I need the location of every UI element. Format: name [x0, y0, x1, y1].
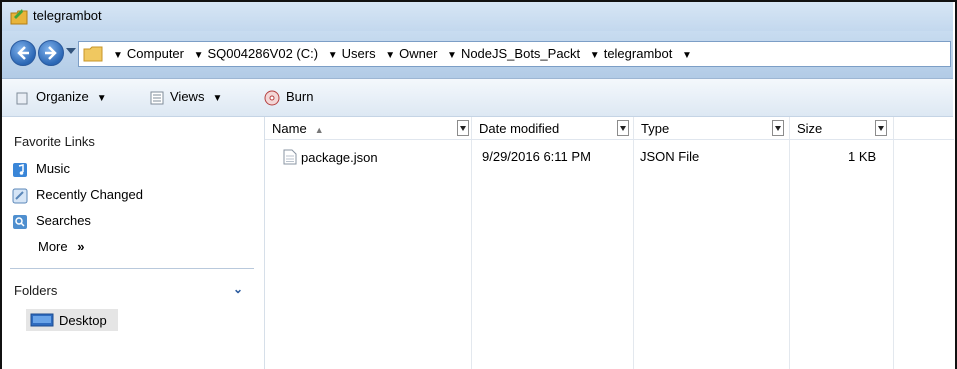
folders-heading[interactable]: Folders: [14, 283, 57, 298]
sidebar-item-recently-changed[interactable]: Recently Changed: [12, 187, 143, 207]
date-filter-dropdown[interactable]: [617, 120, 629, 136]
burn-button[interactable]: Burn: [264, 89, 313, 106]
command-toolbar: Organize ▼ Views ▼ Burn: [2, 79, 953, 117]
burn-disc-icon: [264, 90, 280, 106]
pane-divider: [10, 268, 254, 269]
sort-ascending-icon: ▲: [314, 125, 324, 135]
desktop-icon: [30, 313, 54, 327]
organize-dropdown-icon: ▼: [96, 93, 107, 104]
back-arrow-icon: [17, 46, 29, 60]
crumb-end-dropdown[interactable]: ▼: [682, 46, 696, 61]
sidebar-item-music[interactable]: Music: [12, 161, 70, 181]
crumb-drive[interactable]: ▼ SQ004286V02 (C:): [194, 46, 318, 61]
sidebar-item-searches[interactable]: Searches: [12, 213, 91, 233]
crumb-owner[interactable]: ▼ Owner: [385, 46, 437, 61]
organize-button[interactable]: Organize ▼: [16, 89, 107, 105]
column-header-date-modified[interactable]: Date modified: [472, 117, 633, 139]
file-name-cell[interactable]: package.json: [283, 149, 378, 165]
name-filter-dropdown[interactable]: [457, 120, 469, 136]
favorite-links-heading: Favorite Links: [14, 134, 95, 149]
folders-expand-icon[interactable]: ⌄: [233, 282, 243, 296]
views-dropdown-icon: ▼: [212, 93, 223, 104]
crumb-telegrambot[interactable]: ▼ telegrambot: [590, 46, 673, 61]
column-header-type[interactable]: Type: [634, 117, 789, 139]
json-file-icon: [283, 149, 297, 165]
recent-icon: [12, 188, 28, 204]
file-row[interactable]: package.json 9/29/2016 6:11 PM JSON File…: [265, 147, 954, 167]
recent-pages-dropdown[interactable]: [66, 48, 76, 54]
music-icon: [13, 162, 27, 177]
crumb-nodejs-bots[interactable]: ▼ NodeJS_Bots_Packt: [447, 46, 580, 61]
file-type-cell: JSON File: [640, 149, 700, 164]
more-chevron-icon: »: [77, 239, 85, 254]
size-filter-dropdown[interactable]: [875, 120, 887, 136]
forward-arrow-icon: [45, 46, 57, 60]
title-bar: telegrambot: [2, 2, 953, 31]
views-icon: [150, 91, 164, 105]
crumb-computer[interactable]: ▼ Computer: [113, 46, 184, 61]
folder-icon: [83, 46, 103, 62]
navigation-bar: ▼ Computer ▼ SQ004286V02 (C:) ▼ Users ▼ Owne…: [2, 31, 953, 79]
column-header-size[interactable]: Size: [790, 117, 893, 139]
file-size-cell: 1 KB: [848, 149, 877, 164]
type-filter-dropdown[interactable]: [772, 120, 784, 136]
window-title: telegrambot: [33, 8, 102, 23]
address-bar[interactable]: ▼ Computer ▼ SQ004286V02 (C:) ▼ Users ▼ Owne…: [78, 41, 951, 67]
folder-app-icon: [10, 9, 28, 25]
sidebar-more-link[interactable]: More »: [38, 239, 84, 259]
file-list-pane: Name ▲ Date modified Type Size package.js…: [264, 117, 954, 369]
back-button[interactable]: [10, 40, 36, 66]
file-date-cell: 9/29/2016 6:11 PM: [482, 149, 591, 164]
crumb-users[interactable]: ▼ Users: [328, 46, 376, 61]
search-folder-icon: [13, 214, 27, 229]
breadcrumb: ▼ Computer ▼ SQ004286V02 (C:) ▼ Users ▼ Owne…: [113, 46, 702, 61]
organize-icon: [16, 92, 28, 105]
folder-tree-desktop[interactable]: Desktop: [26, 309, 118, 331]
header-divider: [265, 139, 954, 140]
navigation-pane: Favorite Links Music Recently Changed Se…: [2, 117, 264, 369]
views-button[interactable]: Views ▼: [150, 89, 222, 105]
forward-button[interactable]: [38, 40, 64, 66]
column-header-name[interactable]: Name ▲: [265, 117, 471, 139]
